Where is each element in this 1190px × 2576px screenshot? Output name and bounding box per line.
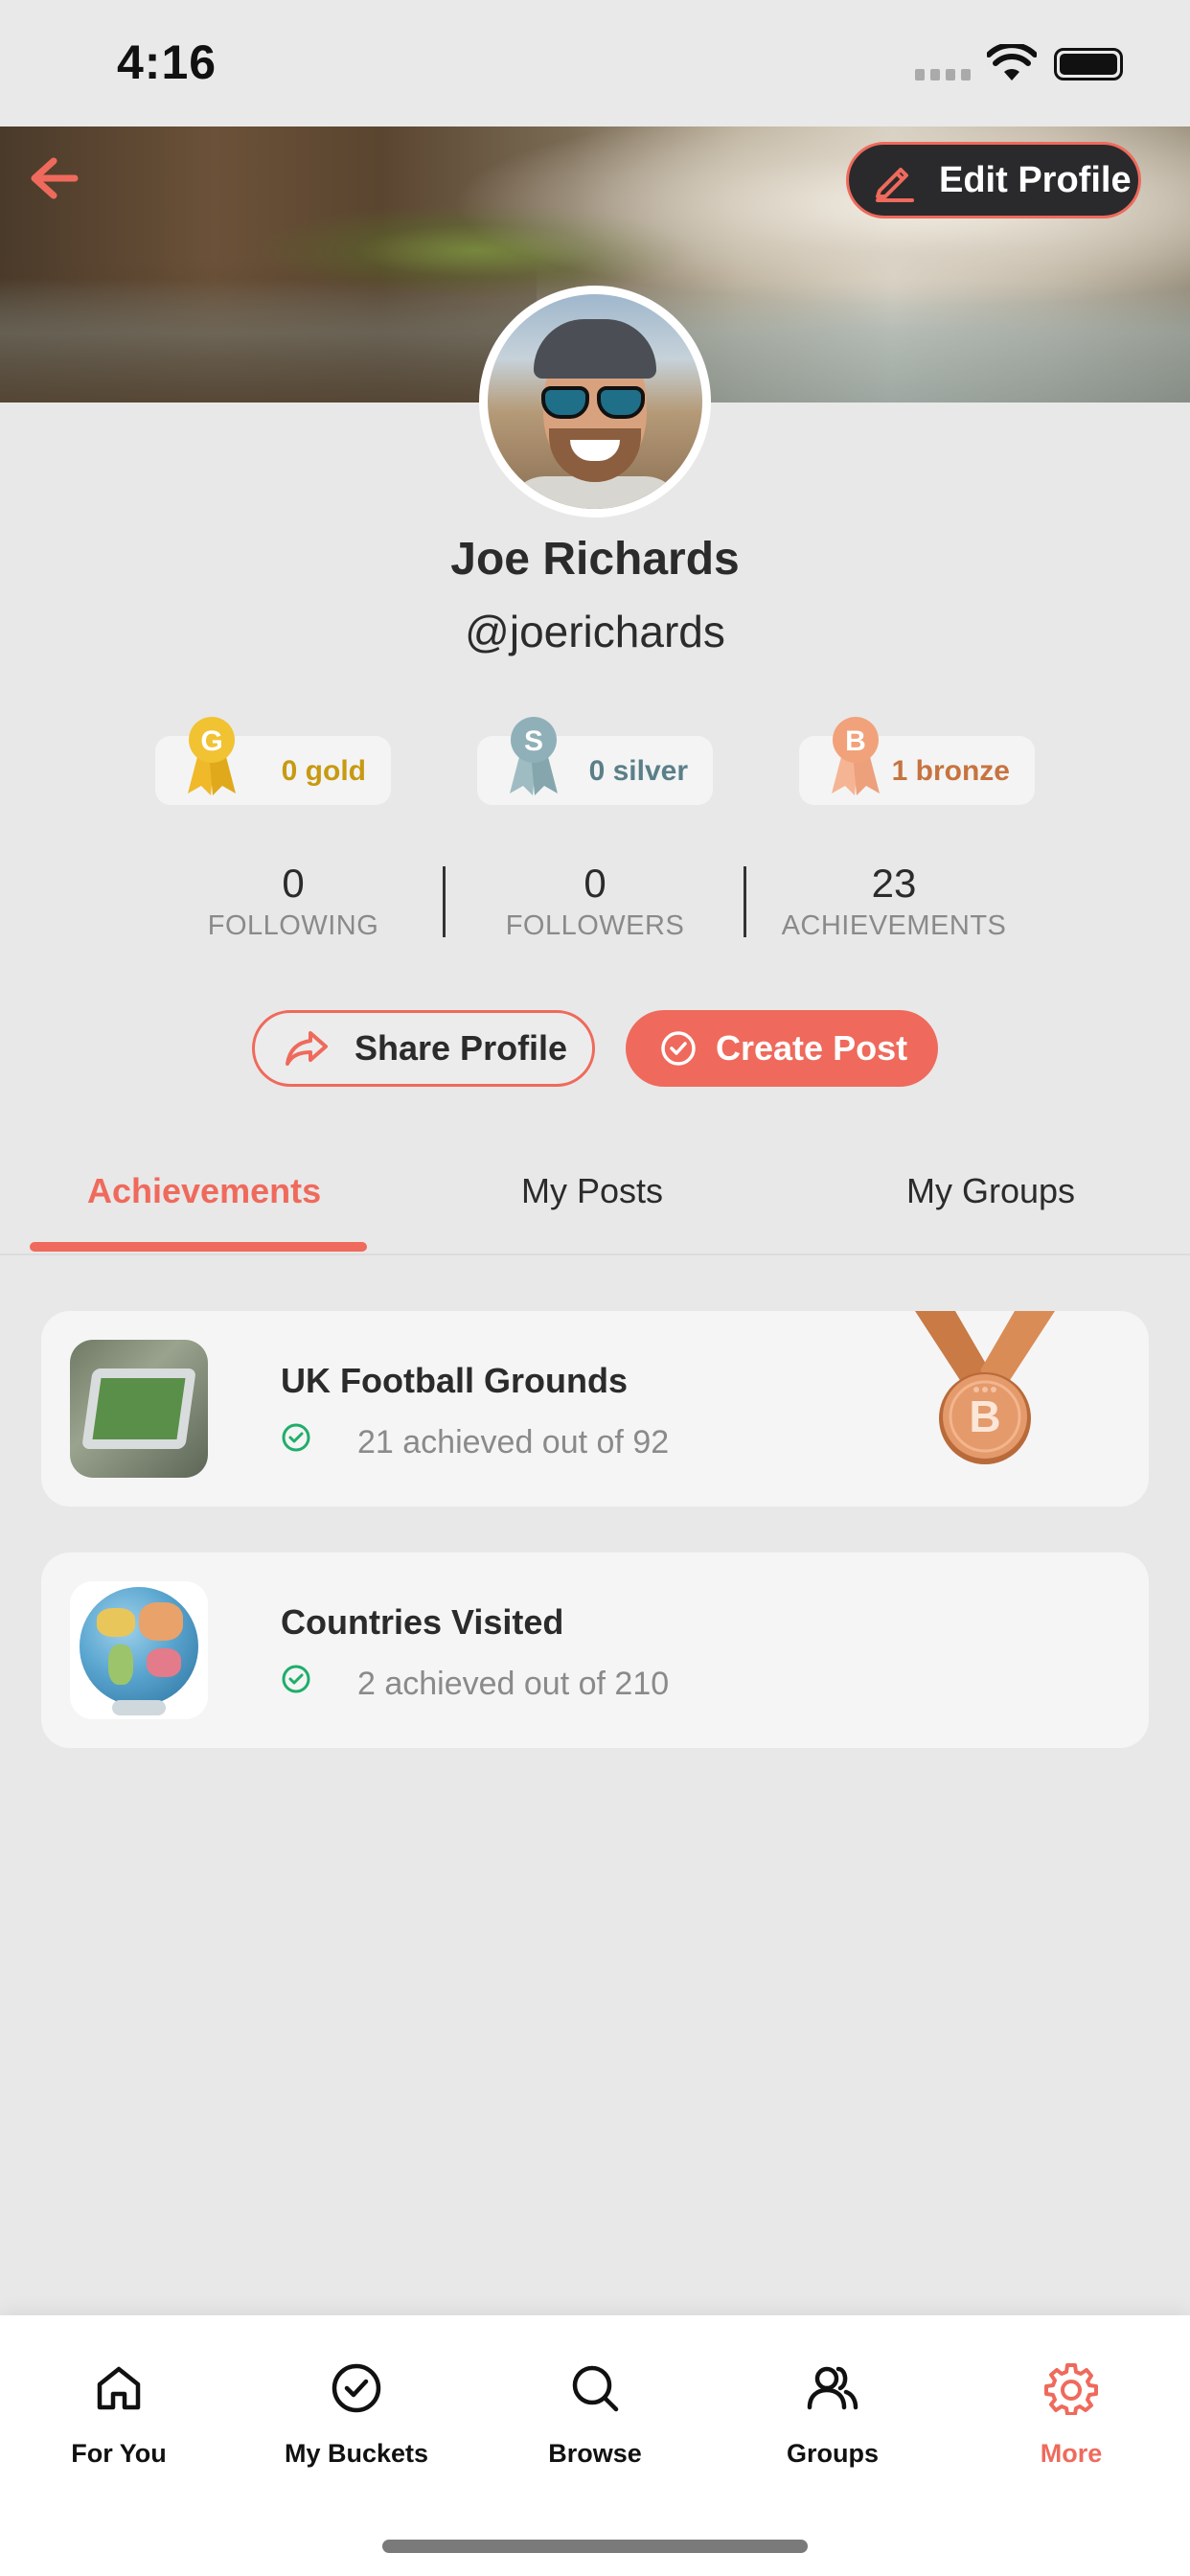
stat-following[interactable]: 0 FOLLOWING [178,861,408,942]
achievement-title: Countries Visited [281,1602,564,1642]
pencil-icon [876,168,914,202]
nav-browse[interactable]: Browse [499,2361,691,2469]
edit-profile-button[interactable]: Edit Profile [846,142,1141,218]
status-bar: 4:16 [0,0,1190,126]
nav-my-buckets[interactable]: My Buckets [261,2361,452,2469]
check-circle-icon [661,1031,696,1066]
bronze-medal-pill: B 1 bronze [799,717,1035,805]
share-profile-button[interactable]: Share Profile [252,1010,595,1087]
stat-value: 0 [584,861,606,906]
create-post-button[interactable]: Create Post [626,1010,938,1087]
bronze-count: 1 bronze [891,755,1010,787]
achievement-progress: 2 achieved out of 210 [357,1666,670,1702]
silver-ribbon-icon: S [510,717,558,795]
svg-text:G: G [200,725,222,757]
tab-my-posts[interactable]: My Posts [521,1171,663,1211]
create-post-label: Create Post [716,1028,908,1068]
check-circle-icon [332,2363,381,2413]
home-icon [97,2366,141,2410]
tab-divider [0,1254,1190,1255]
home-indicator[interactable] [382,2540,808,2553]
tab-achievements[interactable]: Achievements [87,1171,321,1211]
nav-label: For You [71,2439,167,2468]
back-arrow-icon[interactable] [29,155,79,201]
stat-divider [443,866,446,937]
share-icon [286,1031,328,1066]
bronze-medal-icon: B [915,1311,1055,1464]
bottom-nav: For You My Buckets Browse Groups More [0,2315,1190,2576]
silver-medal-pill: S 0 silver [477,717,713,805]
nav-label: More [1040,2439,1103,2468]
nav-groups[interactable]: Groups [737,2361,928,2469]
stat-achievements[interactable]: 23 ACHIEVEMENTS [779,861,1009,942]
nav-label: My Buckets [284,2439,429,2468]
nav-label: Browse [548,2439,642,2468]
stat-value: 23 [871,861,917,906]
nav-label: Groups [786,2439,879,2468]
signal-icon [915,69,971,80]
silver-count: 0 silver [588,755,688,787]
active-tab-indicator [30,1242,367,1252]
gear-icon [1044,2363,1098,2416]
achievement-title: UK Football Grounds [281,1361,628,1400]
search-icon [572,2365,619,2412]
wifi-icon [987,44,1037,80]
stat-label: FOLLOWING [207,910,379,941]
bronze-ribbon-icon: B [832,717,880,795]
check-circle-icon [282,1423,310,1452]
globe-thumbnail [70,1581,208,1719]
nav-for-you[interactable]: For You [23,2361,215,2469]
tab-my-groups[interactable]: My Groups [906,1171,1075,1211]
stat-followers[interactable]: 0 FOLLOWERS [480,861,710,942]
stadium-thumbnail [70,1340,208,1478]
gold-ribbon-icon: G [188,717,236,795]
gold-medal-pill: G 0 gold [155,717,391,805]
gold-count: 0 gold [281,755,366,787]
users-icon [807,2366,858,2410]
achievement-card[interactable]: Countries Visited 2 achieved out of 210 [41,1552,1149,1748]
stat-value: 0 [282,861,305,906]
edit-profile-label: Edit Profile [939,159,1132,200]
stat-divider [744,866,746,937]
svg-text:B: B [845,725,866,757]
status-time: 4:16 [117,35,217,89]
stat-label: FOLLOWERS [505,910,685,941]
check-circle-icon [282,1665,310,1693]
stat-label: ACHIEVEMENTS [781,910,1007,941]
svg-text:B: B [969,1392,1000,1441]
avatar[interactable] [479,286,711,518]
share-profile-label: Share Profile [355,1028,568,1068]
svg-text:S: S [524,725,543,757]
achievement-progress: 21 achieved out of 92 [357,1424,670,1460]
profile-name: Joe Richards [450,534,740,585]
profile-handle: @joerichards [465,607,725,656]
nav-more[interactable]: More [975,2361,1167,2469]
battery-icon [1054,48,1123,80]
